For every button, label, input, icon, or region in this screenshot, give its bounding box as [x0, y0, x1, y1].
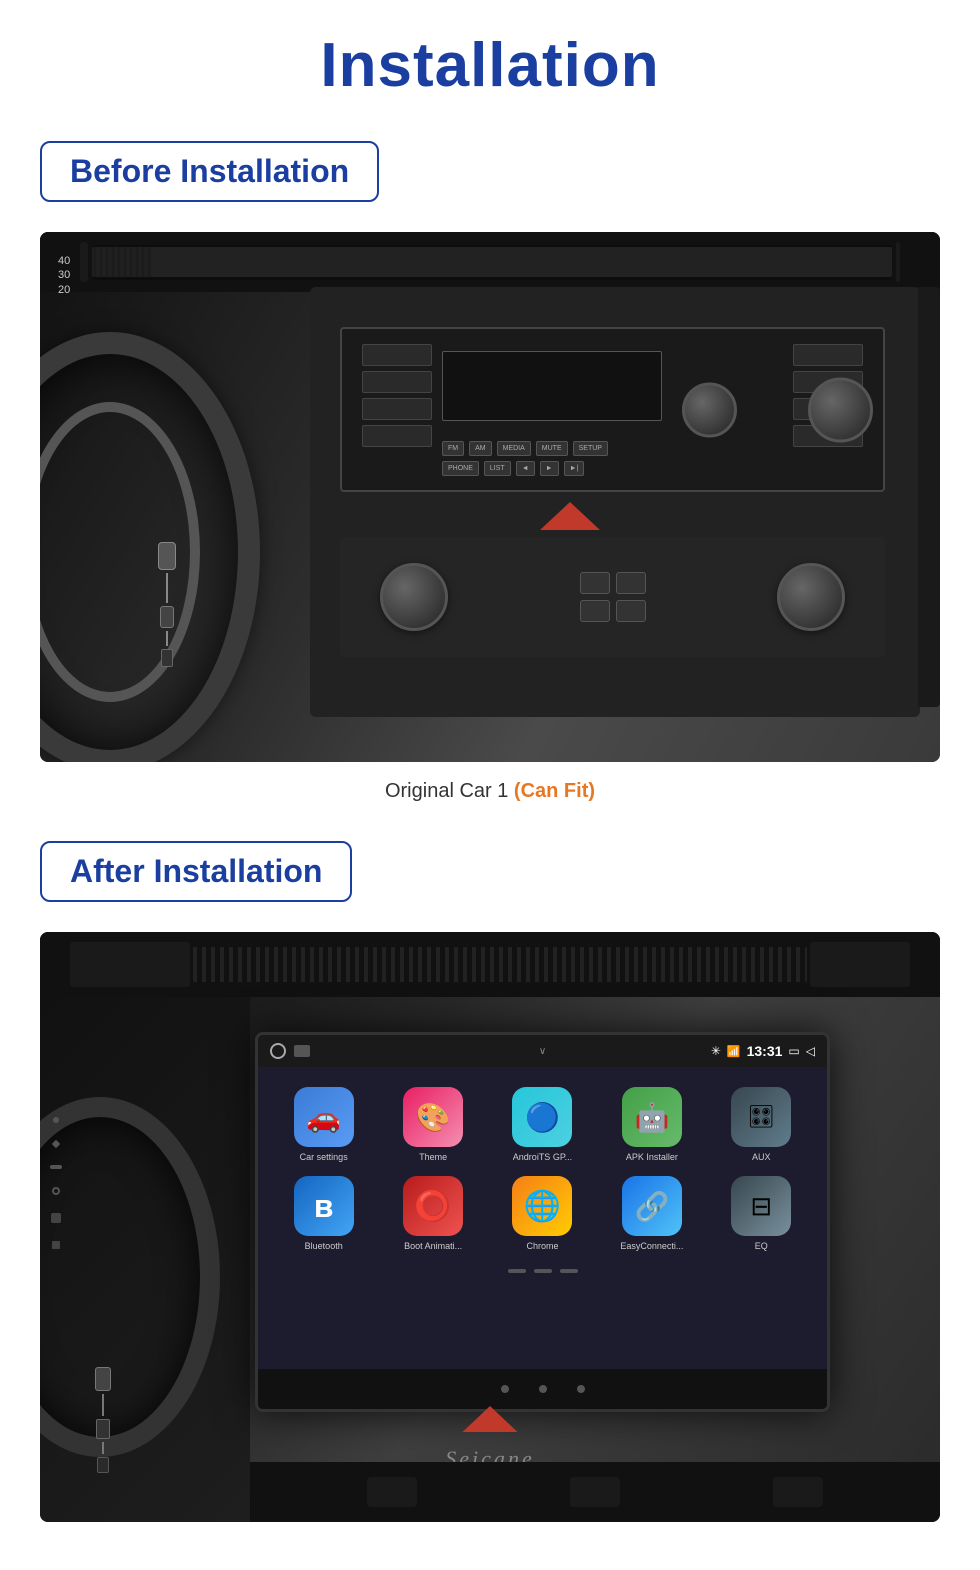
car-settings-label: Car settings: [300, 1152, 348, 1162]
status-right: ✳ 📶 13:31 ▭ ◁: [711, 1043, 815, 1059]
car-key-after: [95, 1367, 111, 1473]
after-scene: ∨ ✳ 📶 13:31 ▭ ◁: [40, 932, 940, 1522]
eq-label: EQ: [755, 1241, 768, 1251]
bluetooth-label: Bluetooth: [305, 1241, 343, 1251]
bluetooth-icon: ✳: [711, 1044, 721, 1058]
bluetooth-app-icon: ʙ: [294, 1176, 354, 1236]
center-dash-before: PHONE LIST ◄ ► ►| FM AM MEDIA MUTE SETUP: [310, 287, 920, 717]
before-caption: Original Car 1 (Can Fit): [40, 780, 940, 803]
time-display: 13:31: [747, 1043, 783, 1059]
boot-icon: ⭕: [403, 1176, 463, 1236]
app-apk-installer[interactable]: 🤖 APK Installer: [604, 1087, 699, 1162]
app-chrome[interactable]: 🌐 Chrome: [495, 1176, 590, 1251]
top-vents: [40, 232, 940, 292]
aux-icon: 🎛: [731, 1087, 791, 1147]
before-scene: 403020: [40, 232, 940, 762]
bottom-panel-after: [250, 1462, 940, 1522]
androits-icon: 🔵: [512, 1087, 572, 1147]
hazard-button-before: [540, 502, 600, 530]
can-fit-text: (Can Fit): [514, 780, 595, 802]
caption-main-text: Original Car 1: [385, 780, 508, 802]
after-left-area: [40, 997, 250, 1522]
app-boot-animation[interactable]: ⭕ Boot Animati...: [385, 1176, 480, 1251]
androits-label: AndroiTS GP...: [513, 1152, 572, 1162]
after-image-container: ∨ ✳ 📶 13:31 ▭ ◁: [40, 932, 940, 1522]
page-content: Installation Before Installation: [40, 30, 940, 1540]
app-theme[interactable]: 🎨 Theme: [385, 1087, 480, 1162]
signal-icon: 📶: [727, 1045, 741, 1058]
radio-knob-right: [808, 377, 873, 442]
after-section: After Installation: [40, 841, 940, 1540]
app-eq[interactable]: ⊟ EQ: [714, 1176, 809, 1251]
top-vent-after: [40, 932, 940, 997]
boot-label: Boot Animati...: [404, 1241, 462, 1251]
eq-icon: ⊟: [731, 1176, 791, 1236]
android-status-bar: ∨ ✳ 📶 13:31 ▭ ◁: [258, 1035, 827, 1067]
app-car-settings[interactable]: 🚗 Car settings: [276, 1087, 371, 1162]
aux-label: AUX: [752, 1152, 771, 1162]
chrome-label: Chrome: [526, 1241, 558, 1251]
android-nav-bar: [258, 1369, 827, 1409]
apk-icon: 🤖: [622, 1087, 682, 1147]
theme-icon: 🎨: [403, 1087, 463, 1147]
speedometer: 403020: [58, 254, 70, 297]
theme-label: Theme: [419, 1152, 447, 1162]
easyconnect-label: EasyConnecti...: [620, 1241, 683, 1251]
steering-wheel-after: [40, 1097, 220, 1457]
before-installation-label: Before Installation: [40, 141, 379, 202]
chrome-icon: 🌐: [512, 1176, 572, 1236]
ac-panel-before: [340, 537, 885, 657]
android-head-unit[interactable]: ∨ ✳ 📶 13:31 ▭ ◁: [255, 1032, 830, 1412]
app-androits[interactable]: 🔵 AndroiTS GP...: [495, 1087, 590, 1162]
radio-knob-left: [682, 382, 737, 437]
nav-dot-3: [577, 1385, 585, 1393]
before-section: Before Installation: [40, 141, 940, 841]
app-bluetooth[interactable]: ʙ Bluetooth: [276, 1176, 371, 1251]
old-radio-unit: PHONE LIST ◄ ► ►| FM AM MEDIA MUTE SETUP: [340, 327, 885, 492]
app-easy-connect[interactable]: 🔗 EasyConnecti...: [604, 1176, 699, 1251]
nav-dot-1: [501, 1385, 509, 1393]
page-title: Installation: [320, 30, 659, 101]
square-icon: [294, 1045, 310, 1057]
car-key-before: [158, 542, 176, 667]
status-left: [270, 1043, 310, 1059]
apps-row-1: 🚗 Car settings 🎨 Theme 🔵 AndroiTS GP...: [268, 1087, 817, 1162]
app-aux[interactable]: 🎛 AUX: [714, 1087, 809, 1162]
before-image-container: 403020: [40, 232, 940, 762]
back-icon: ◁: [806, 1044, 815, 1058]
car-settings-icon: 🚗: [294, 1087, 354, 1147]
nav-dot-2: [539, 1385, 547, 1393]
easyconnect-icon: 🔗: [622, 1176, 682, 1236]
android-home-area: 🚗 Car settings 🎨 Theme 🔵 AndroiTS GP...: [258, 1067, 827, 1369]
apps-row-2: ʙ Bluetooth ⭕ Boot Animati... 🌐 Chrome: [268, 1176, 817, 1251]
ac-knob-right: [777, 563, 845, 631]
apk-label: APK Installer: [626, 1152, 678, 1162]
radio-buttons: PHONE LIST ◄ ► ►|: [442, 461, 584, 476]
page-indicator: [508, 1269, 578, 1273]
ac-knob-left: [380, 563, 448, 631]
chevron-indicator: ∨: [539, 1046, 546, 1057]
after-installation-label: After Installation: [40, 841, 352, 902]
radio-display: [442, 351, 662, 421]
screen-icon: ▭: [788, 1044, 799, 1058]
home-circle-icon: [270, 1043, 286, 1059]
